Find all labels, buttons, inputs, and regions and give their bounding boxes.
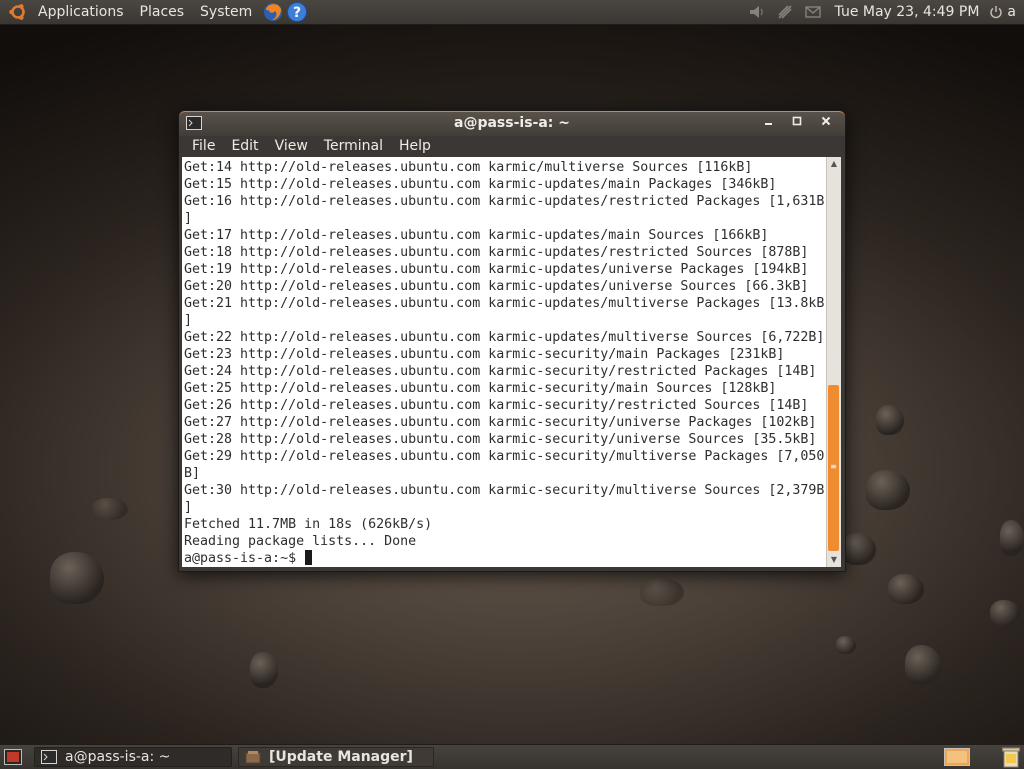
terminal-line: ] (184, 500, 193, 515)
terminal-line: ] (184, 211, 193, 226)
terminal-line: Get:21 http://old-releases.ubuntu.com ka… (184, 296, 825, 311)
window-title: a@pass-is-a: ~ (454, 115, 570, 131)
update-manager-icon (245, 751, 261, 764)
desktop-rock (92, 498, 128, 520)
desktop-rock (888, 574, 924, 604)
minimize-icon (765, 123, 772, 125)
terminal-window[interactable]: a@pass-is-a: ~ File Edit View Terminal H… (178, 110, 846, 572)
terminal-line: B] (184, 466, 201, 481)
terminal-line: Get:15 http://old-releases.ubuntu.com ka… (184, 177, 777, 192)
terminal-line: Get:27 http://old-releases.ubuntu.com ka… (184, 415, 817, 430)
menu-edit[interactable]: Edit (223, 135, 266, 157)
terminal-menu-bar: File Edit View Terminal Help (179, 135, 845, 157)
places-menu[interactable]: Places (132, 0, 193, 24)
terminal-line: Get:24 http://old-releases.ubuntu.com ka… (184, 364, 817, 379)
firefox-icon[interactable] (262, 1, 284, 23)
scroll-down-icon[interactable]: ▼ (827, 553, 841, 567)
menu-view[interactable]: View (267, 135, 316, 157)
terminal-line: Get:16 http://old-releases.ubuntu.com ka… (184, 194, 825, 209)
volume-icon[interactable] (748, 3, 766, 21)
menu-file[interactable]: File (179, 135, 223, 157)
terminal-line: Get:18 http://old-releases.ubuntu.com ka… (184, 245, 809, 260)
mail-icon[interactable] (804, 3, 822, 21)
terminal-line: Get:22 http://old-releases.ubuntu.com ka… (184, 330, 825, 345)
ubuntu-logo-icon[interactable] (8, 2, 28, 22)
close-button[interactable] (816, 114, 836, 134)
terminal-text: Get:14 http://old-releases.ubuntu.com ka… (182, 157, 826, 567)
desktop-rock (905, 645, 941, 685)
scrollbar-thumb[interactable]: ≡ (828, 385, 839, 551)
desktop-rock (990, 600, 1020, 626)
terminal-lines: Get:14 http://old-releases.ubuntu.com ka… (184, 159, 826, 550)
terminal-line: Get:29 http://old-releases.ubuntu.com ka… (184, 449, 825, 464)
minimize-button[interactable] (759, 114, 779, 134)
desktop-rock (866, 470, 910, 510)
menu-terminal[interactable]: Terminal (316, 135, 391, 157)
desktop-rock (50, 552, 104, 604)
desktop-rock (250, 652, 278, 688)
terminal-line: Get:25 http://old-releases.ubuntu.com ka… (184, 381, 777, 396)
vertical-scrollbar[interactable]: ▲ ≡ ▼ (826, 157, 841, 567)
terminal-icon (41, 750, 57, 764)
terminal-line: Get:17 http://old-releases.ubuntu.com ka… (184, 228, 769, 243)
power-icon (990, 6, 1003, 19)
terminal-line: ] (184, 313, 193, 328)
terminal-line: Get:26 http://old-releases.ubuntu.com ka… (184, 398, 809, 413)
shell-prompt: a@pass-is-a:~$ (184, 551, 305, 566)
show-desktop-icon[interactable] (4, 749, 22, 765)
terminal-line: Get:14 http://old-releases.ubuntu.com ka… (184, 160, 753, 175)
system-tray: Tue May 23, 4:49 PM a (743, 0, 1024, 24)
title-bar[interactable]: a@pass-is-a: ~ (179, 111, 845, 136)
terminal-line: Get:28 http://old-releases.ubuntu.com ka… (184, 432, 817, 447)
terminal-line: Get:20 http://old-releases.ubuntu.com ka… (184, 279, 809, 294)
desktop-rock (876, 405, 904, 435)
terminal-line: Fetched 11.7MB in 18s (626kB/s) (184, 517, 433, 532)
help-icon[interactable]: ? (286, 1, 308, 23)
close-icon (821, 116, 831, 126)
desktop-rock (836, 636, 856, 654)
user-name: a (1007, 4, 1016, 20)
desktop-rock (842, 533, 876, 565)
maximize-button[interactable] (787, 114, 807, 134)
svg-text:?: ? (293, 5, 301, 21)
system-menu[interactable]: System (192, 0, 260, 24)
menu-help[interactable]: Help (391, 135, 439, 157)
taskbar-update-label: [Update Manager] (269, 749, 413, 765)
terminal-line: Get:23 http://old-releases.ubuntu.com ka… (184, 347, 785, 362)
scroll-up-icon[interactable]: ▲ (827, 157, 841, 171)
applications-menu[interactable]: Applications (30, 0, 132, 24)
terminal-line: Reading package lists... Done (184, 534, 417, 549)
bottom-panel: a@pass-is-a: ~ [Update Manager] (0, 744, 1024, 769)
trash-icon[interactable] (1001, 746, 1021, 768)
taskbar-terminal[interactable]: a@pass-is-a: ~ (34, 747, 232, 767)
desktop-rock (1000, 520, 1024, 556)
terminal-line: Get:30 http://old-releases.ubuntu.com ka… (184, 483, 825, 498)
taskbar-update-manager[interactable]: [Update Manager] (238, 747, 434, 767)
top-panel: Applications Places System ? Tue May 23,… (0, 0, 1024, 25)
maximize-icon (792, 116, 802, 126)
network-icon[interactable] (776, 3, 794, 21)
terminal-line: Get:19 http://old-releases.ubuntu.com ka… (184, 262, 809, 277)
text-cursor (305, 550, 313, 565)
clock[interactable]: Tue May 23, 4:49 PM (835, 4, 980, 20)
workspace-icon[interactable] (944, 748, 970, 766)
taskbar-terminal-label: a@pass-is-a: ~ (65, 749, 171, 765)
terminal-output[interactable]: Get:14 http://old-releases.ubuntu.com ka… (182, 157, 826, 567)
grip-icon: ≡ (830, 462, 837, 471)
desktop-rock (640, 578, 684, 606)
user-menu[interactable]: a (989, 4, 1016, 20)
